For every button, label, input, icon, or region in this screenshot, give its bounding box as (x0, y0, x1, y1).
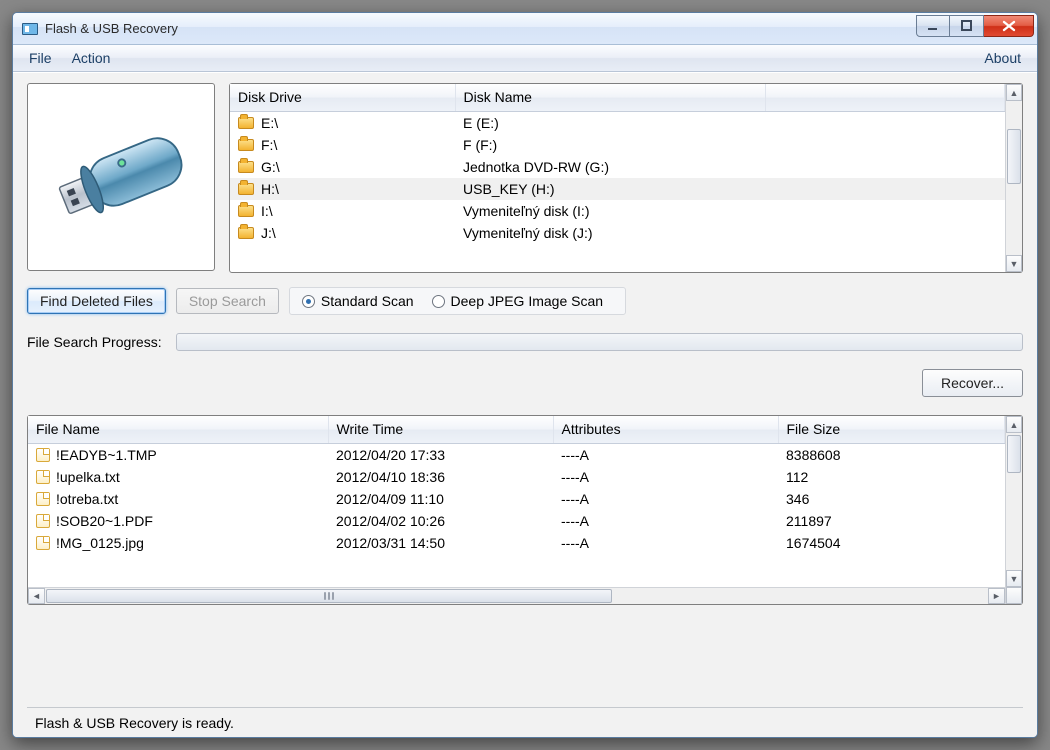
scroll-left-icon[interactable]: ◄ (28, 588, 45, 604)
drive-row[interactable]: J:\Vymeniteľný disk (J:) (230, 222, 1005, 244)
file-row[interactable]: !upelka.txt2012/04/10 18:36----A112 (28, 466, 1005, 488)
stop-search-button[interactable]: Stop Search (176, 288, 279, 314)
menubar: File Action About (13, 45, 1037, 72)
scroll-thumb[interactable] (1007, 129, 1021, 184)
usb-drive-icon (46, 117, 196, 237)
find-deleted-files-button[interactable]: Find Deleted Files (27, 288, 166, 314)
drive-scrollbar[interactable]: ▲ ▼ (1005, 84, 1022, 272)
recover-button[interactable]: Recover... (922, 369, 1023, 397)
status-text: Flash & USB Recovery is ready. (35, 715, 234, 731)
folder-icon (238, 139, 254, 151)
scroll-right-icon[interactable]: ► (988, 588, 1005, 604)
file-row[interactable]: !MG_0125.jpg2012/03/31 14:50----A1674504 (28, 532, 1005, 554)
window-title: Flash & USB Recovery (45, 21, 178, 36)
file-icon (36, 492, 50, 506)
drive-row[interactable]: H:\USB_KEY (H:) (230, 178, 1005, 200)
file-icon (36, 514, 50, 528)
close-button[interactable] (984, 15, 1034, 37)
selected-drive-graphic (27, 83, 215, 271)
drive-row[interactable]: F:\F (F:) (230, 134, 1005, 156)
file-icon (36, 448, 50, 462)
radio-checked-icon (302, 295, 315, 308)
hscroll-thumb[interactable] (46, 589, 612, 603)
file-vscrollbar[interactable]: ▲ ▼ (1005, 416, 1022, 604)
folder-icon (238, 183, 254, 195)
deep-scan-option[interactable]: Deep JPEG Image Scan (426, 291, 616, 311)
minimize-button[interactable] (916, 15, 950, 37)
scroll-down-icon[interactable]: ▼ (1006, 255, 1022, 272)
file-list: File Name Write Time Attributes File Siz… (27, 415, 1023, 605)
folder-icon (238, 205, 254, 217)
app-icon (22, 23, 38, 35)
drives-col-name[interactable]: Disk Name (455, 84, 765, 112)
scroll-thumb[interactable] (1007, 435, 1021, 473)
progress-bar (176, 333, 1023, 351)
drive-row[interactable]: G:\Jednotka DVD-RW (G:) (230, 156, 1005, 178)
minimize-icon (927, 20, 939, 32)
client-area: Disk Drive Disk Name E:\E (E:)F:\F (F:)G… (13, 72, 1037, 737)
window-controls (916, 15, 1034, 37)
drive-row[interactable]: I:\Vymeniteľný disk (I:) (230, 200, 1005, 222)
menu-about[interactable]: About (974, 47, 1031, 69)
files-col-attr[interactable]: Attributes (553, 416, 778, 444)
progress-label: File Search Progress: (27, 334, 162, 350)
files-col-name[interactable]: File Name (28, 416, 328, 444)
folder-icon (238, 117, 254, 129)
radio-unchecked-icon (432, 295, 445, 308)
scan-mode-group: Standard Scan Deep JPEG Image Scan (289, 287, 626, 315)
close-icon (1002, 20, 1016, 32)
maximize-icon (961, 20, 973, 32)
scroll-up-icon[interactable]: ▲ (1006, 416, 1022, 433)
drives-col-blank[interactable] (765, 84, 1005, 112)
deep-scan-label: Deep JPEG Image Scan (451, 293, 604, 309)
standard-scan-option[interactable]: Standard Scan (296, 291, 426, 311)
scroll-down-icon[interactable]: ▼ (1006, 570, 1022, 587)
folder-icon (238, 161, 254, 173)
menu-action[interactable]: Action (62, 47, 121, 69)
folder-icon (238, 227, 254, 239)
standard-scan-label: Standard Scan (321, 293, 414, 309)
files-col-size[interactable]: File Size (778, 416, 1005, 444)
file-row[interactable]: !otreba.txt2012/04/09 11:10----A346 (28, 488, 1005, 510)
files-col-time[interactable]: Write Time (328, 416, 553, 444)
scroll-corner (1006, 587, 1022, 604)
file-icon (36, 470, 50, 484)
file-row[interactable]: !EADYB~1.TMP2012/04/20 17:33----A8388608 (28, 444, 1005, 467)
app-window: Flash & USB Recovery File Action About (12, 12, 1038, 738)
status-bar: Flash & USB Recovery is ready. (27, 707, 1023, 737)
file-row[interactable]: !SOB20~1.PDF2012/04/02 10:26----A211897 (28, 510, 1005, 532)
file-hscrollbar[interactable]: ◄ ► (28, 587, 1005, 604)
scroll-up-icon[interactable]: ▲ (1006, 84, 1022, 101)
maximize-button[interactable] (950, 15, 984, 37)
menu-file[interactable]: File (19, 47, 62, 69)
drives-col-drive[interactable]: Disk Drive (230, 84, 455, 112)
drive-row[interactable]: E:\E (E:) (230, 112, 1005, 135)
titlebar: Flash & USB Recovery (13, 13, 1037, 45)
drive-list: Disk Drive Disk Name E:\E (E:)F:\F (F:)G… (229, 83, 1023, 273)
file-icon (36, 536, 50, 550)
